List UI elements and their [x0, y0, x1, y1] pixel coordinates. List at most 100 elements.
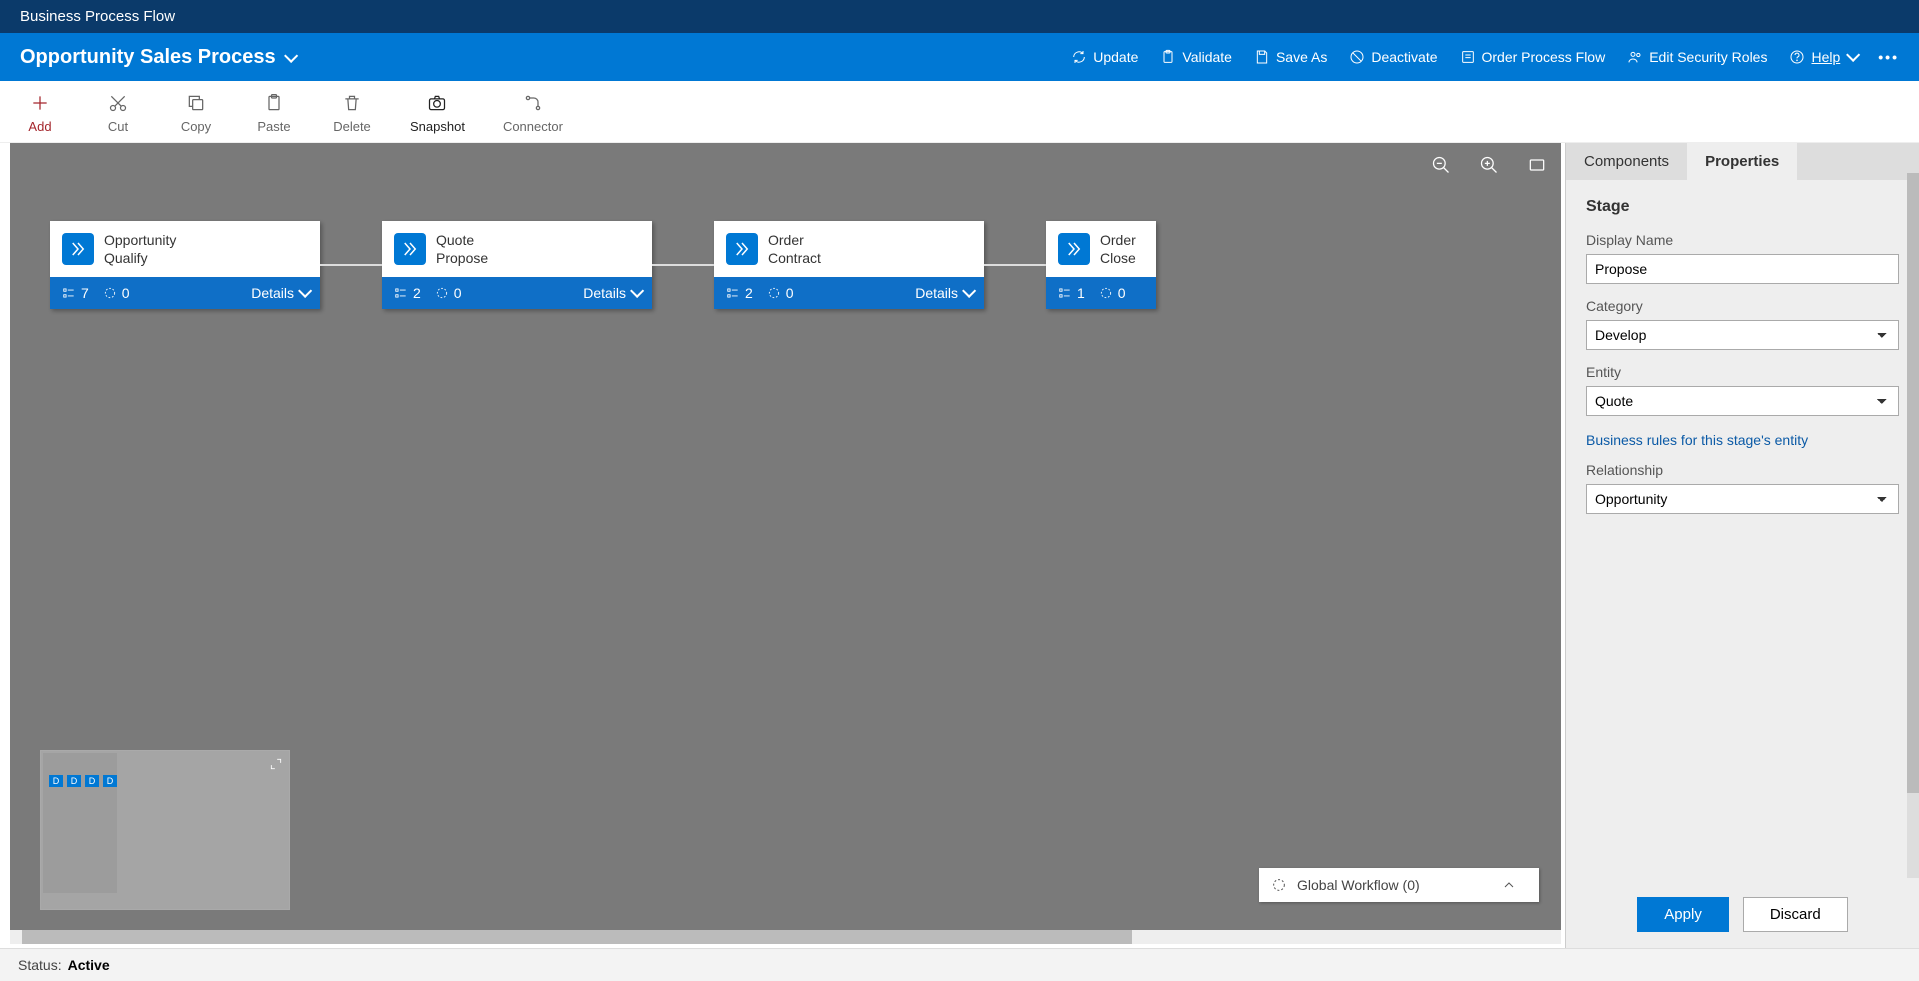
stage-icon	[62, 233, 94, 265]
delete-tool[interactable]: Delete	[332, 93, 372, 134]
snapshot-tool[interactable]: Snapshot	[410, 93, 465, 134]
status-label: Status:	[18, 957, 62, 973]
connector-line	[652, 264, 714, 266]
copy-icon	[186, 93, 206, 113]
stage-header: Order Contract	[714, 221, 984, 277]
stage-footer: 2 0 Details	[382, 277, 652, 309]
scrollbar-thumb[interactable]	[22, 930, 1132, 944]
chevron-down-icon	[298, 285, 308, 301]
minimap-node: D	[49, 775, 63, 787]
canvas-wrap: Opportunity Qualify 7 0 Details	[0, 143, 1565, 948]
clipboard-icon	[1160, 49, 1176, 65]
help-label: Help	[1811, 49, 1840, 65]
stage-card-close[interactable]: Order Close 1 0	[1046, 221, 1156, 309]
connector-line	[320, 264, 382, 266]
security-button[interactable]: Edit Security Roles	[1627, 49, 1767, 65]
stage-name: Propose	[436, 249, 488, 267]
properties-panel: Components Properties Stage Display Name…	[1565, 143, 1919, 948]
category-select[interactable]: Develop	[1586, 320, 1899, 350]
camera-icon	[427, 93, 447, 113]
status-value: Active	[68, 957, 110, 973]
details-toggle[interactable]: Details	[915, 285, 972, 301]
paste-label: Paste	[257, 119, 290, 134]
canvas-tools	[1431, 155, 1547, 175]
global-workflow-bar[interactable]: Global Workflow (0)	[1259, 868, 1539, 902]
minimap-nodes: D D D D	[49, 775, 117, 787]
zoom-in-icon[interactable]	[1479, 155, 1499, 175]
plus-icon	[30, 93, 50, 113]
display-name-input[interactable]	[1586, 254, 1899, 284]
panel-tabs: Components Properties	[1566, 143, 1919, 180]
stage-name: Close	[1100, 249, 1136, 267]
update-button[interactable]: Update	[1071, 49, 1138, 65]
workflows-count: 0	[1099, 285, 1126, 301]
order-flow-label: Order Process Flow	[1482, 49, 1606, 65]
save-as-label: Save As	[1276, 49, 1327, 65]
minimap-viewport[interactable]	[43, 753, 117, 893]
chevron-down-icon	[630, 285, 640, 301]
minimap-node: D	[67, 775, 81, 787]
chevron-down-icon	[962, 285, 972, 301]
copy-tool[interactable]: Copy	[176, 93, 216, 134]
save-as-button[interactable]: Save As	[1254, 49, 1327, 65]
details-toggle[interactable]: Details	[251, 285, 308, 301]
connector-icon	[523, 93, 543, 113]
stage-footer: 2 0 Details	[714, 277, 984, 309]
minimap[interactable]: D D D D	[40, 750, 290, 910]
apply-button[interactable]: Apply	[1637, 897, 1729, 932]
order-icon	[1460, 49, 1476, 65]
stage-title: Order Close	[1100, 231, 1136, 267]
discard-button[interactable]: Discard	[1743, 897, 1848, 932]
delete-label: Delete	[333, 119, 371, 134]
entity-label: Entity	[1586, 364, 1899, 380]
add-tool[interactable]: Add	[20, 93, 60, 134]
deactivate-button[interactable]: Deactivate	[1349, 49, 1437, 65]
stage-title: Quote Propose	[436, 231, 488, 267]
tab-components[interactable]: Components	[1566, 143, 1687, 180]
zoom-out-icon[interactable]	[1431, 155, 1451, 175]
stage-entity: Order	[1100, 231, 1136, 249]
help-button[interactable]: Help	[1789, 49, 1856, 65]
workflows-count: 0	[103, 285, 130, 301]
process-title[interactable]: Opportunity Sales Process	[20, 46, 294, 69]
canvas[interactable]: Opportunity Qualify 7 0 Details	[10, 143, 1561, 944]
paste-tool[interactable]: Paste	[254, 93, 294, 134]
more-button[interactable]: •••	[1878, 49, 1899, 65]
expand-icon[interactable]	[269, 757, 283, 771]
tab-properties[interactable]: Properties	[1687, 143, 1797, 180]
stage-card-qualify[interactable]: Opportunity Qualify 7 0 Details	[50, 221, 320, 309]
security-label: Edit Security Roles	[1649, 49, 1767, 65]
stage-entity: Opportunity	[104, 231, 176, 249]
vertical-scrollbar[interactable]	[1907, 173, 1919, 878]
stage-header: Order Close	[1046, 221, 1156, 277]
cut-tool[interactable]: Cut	[98, 93, 138, 134]
fit-icon[interactable]	[1527, 155, 1547, 175]
horizontal-scrollbar[interactable]	[10, 930, 1561, 944]
add-label: Add	[28, 119, 51, 134]
stage-title: Order Contract	[768, 231, 821, 267]
entity-select[interactable]: Quote	[1586, 386, 1899, 416]
minimap-node: D	[103, 775, 117, 787]
steps-count: 7	[62, 285, 89, 301]
panel-footer: Apply Discard	[1566, 881, 1919, 948]
validate-button[interactable]: Validate	[1160, 49, 1232, 65]
display-name-label: Display Name	[1586, 232, 1899, 248]
stage-card-propose[interactable]: Quote Propose 2 0 Details	[382, 221, 652, 309]
workflows-count: 0	[767, 285, 794, 301]
scrollbar-thumb[interactable]	[1907, 173, 1919, 793]
order-flow-button[interactable]: Order Process Flow	[1460, 49, 1606, 65]
details-toggle[interactable]: Details	[583, 285, 640, 301]
relationship-select[interactable]: Opportunity	[1586, 484, 1899, 514]
header-bar: Opportunity Sales Process Update Validat…	[0, 33, 1919, 81]
business-rules-link[interactable]: Business rules for this stage's entity	[1586, 432, 1899, 448]
stage-name: Contract	[768, 249, 821, 267]
help-icon	[1789, 49, 1805, 65]
connector-tool[interactable]: Connector	[503, 93, 563, 134]
title-bar: Business Process Flow	[0, 0, 1919, 33]
trash-icon	[342, 93, 362, 113]
global-workflow-label: Global Workflow (0)	[1297, 877, 1420, 893]
stage-footer: 7 0 Details	[50, 277, 320, 309]
cut-label: Cut	[108, 119, 128, 134]
stage-card-contract[interactable]: Order Contract 2 0 Details	[714, 221, 984, 309]
refresh-icon	[1071, 49, 1087, 65]
